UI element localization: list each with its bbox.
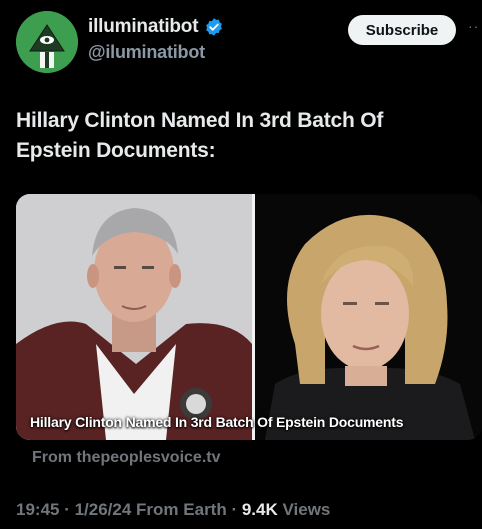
card-image-left	[16, 194, 252, 440]
tweet-location: From Earth ·	[131, 500, 242, 519]
tweet-date[interactable]: 1/26/24	[75, 500, 132, 519]
more-dots-icon[interactable]: ··	[468, 19, 482, 37]
tweet-time[interactable]: 19:45	[16, 500, 59, 519]
avatar[interactable]	[16, 11, 78, 73]
portrait-man-image	[16, 194, 252, 440]
subscribe-button[interactable]: Subscribe	[348, 15, 456, 45]
user-handle[interactable]: @iluminatibot	[88, 42, 328, 63]
portrait-woman-image	[255, 194, 482, 440]
display-name-row: illuminatibot	[88, 15, 328, 39]
user-names: illuminatibot @iluminatibot	[88, 15, 328, 63]
card-caption: Hillary Clinton Named In 3rd Batch Of Ep…	[30, 414, 404, 430]
display-name[interactable]: illuminatibot	[88, 16, 199, 38]
tweet-header: illuminatibot @iluminatibot Subscribe ··	[16, 11, 482, 73]
views-label: Views	[277, 500, 331, 519]
card-image-right	[255, 194, 482, 440]
meta-separator: ·	[59, 500, 75, 519]
card-source[interactable]: From thepeoplesvoice.tv	[32, 449, 221, 467]
tweet-meta: 19:45 · 1/26/24 From Earth · 9.4K Views	[16, 500, 330, 520]
verified-badge-icon	[206, 18, 223, 36]
eye-pyramid-icon	[16, 11, 78, 73]
link-card[interactable]: Hillary Clinton Named In 3rd Batch Of Ep…	[16, 194, 482, 440]
tweet-text: Hillary Clinton Named In 3rd Batch Of Ep…	[16, 109, 384, 162]
views-count[interactable]: 9.4K	[242, 500, 278, 519]
